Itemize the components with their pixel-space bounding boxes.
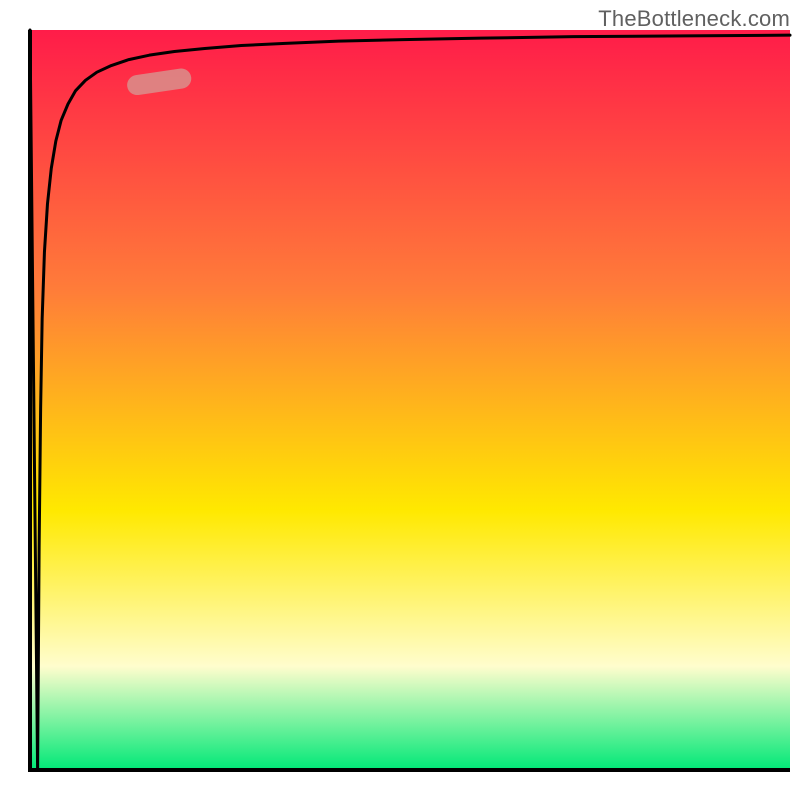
chart-svg bbox=[0, 0, 800, 800]
watermark-text: TheBottleneck.com bbox=[598, 6, 790, 32]
plot-background bbox=[30, 30, 790, 770]
chart-stage: TheBottleneck.com bbox=[0, 0, 800, 800]
